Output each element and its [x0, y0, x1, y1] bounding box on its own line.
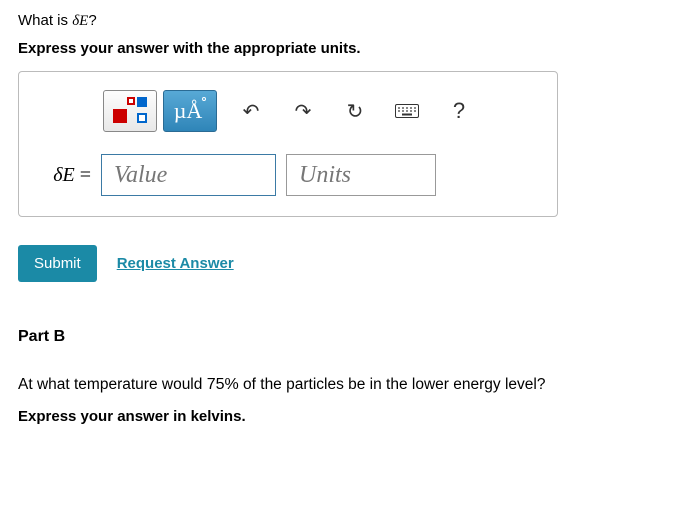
lhs-variable: δE: [53, 164, 75, 186]
answer-input-row: δE = Value Units: [33, 154, 543, 196]
action-row: Submit Request Answer: [18, 245, 682, 282]
reset-icon[interactable]: ↻: [337, 93, 373, 129]
toolbar: µÅ ↶ ↷ ↻ ?: [103, 90, 543, 132]
equation-lhs: δE =: [33, 164, 91, 187]
part-b-question: At what temperature would 75% of the par…: [18, 376, 682, 394]
partb-q-suffix: of the particles be in the lower energy …: [239, 376, 546, 393]
symbols-button[interactable]: µÅ: [163, 90, 217, 132]
value-placeholder: Value: [114, 162, 167, 189]
keyboard-icon[interactable]: [389, 93, 425, 129]
question-prefix: What is: [18, 12, 72, 29]
request-answer-link[interactable]: Request Answer: [117, 255, 234, 272]
partb-q-prefix: At what temperature would: [18, 376, 207, 393]
lhs-equals: =: [75, 164, 91, 186]
units-input[interactable]: Units: [286, 154, 436, 196]
formula-template-button[interactable]: [103, 90, 157, 132]
units-placeholder: Units: [299, 162, 351, 189]
partb-percent: 75%: [207, 376, 239, 393]
symbols-label: µÅ: [174, 98, 203, 124]
question-prompt: What is δE?: [18, 12, 682, 30]
question-variable: δE: [72, 13, 88, 29]
answer-instruction: Express your answer with the appropriate…: [18, 40, 682, 57]
value-input[interactable]: Value: [101, 154, 276, 196]
part-b-heading: Part B: [18, 328, 682, 346]
help-icon[interactable]: ?: [441, 93, 477, 129]
answer-container: µÅ ↶ ↷ ↻ ? δE = Value Units: [18, 71, 558, 217]
part-b-instruction: Express your answer in kelvins.: [18, 408, 682, 425]
redo-icon[interactable]: ↷: [285, 93, 321, 129]
undo-icon[interactable]: ↶: [233, 93, 269, 129]
submit-button[interactable]: Submit: [18, 245, 97, 282]
question-suffix: ?: [88, 12, 96, 29]
